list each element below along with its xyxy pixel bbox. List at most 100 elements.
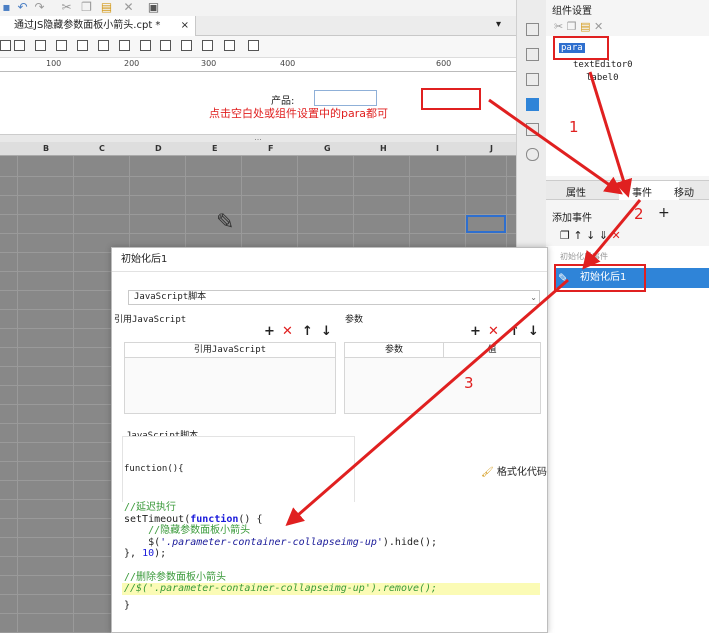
event-dialog: 初始化后1 JavaScript脚本 ⌄ 引用JavaScript 参数 + ✕… xyxy=(111,247,548,633)
code-line: //删除参数面板小箭头 xyxy=(124,571,227,583)
value-column-header: 值 xyxy=(443,343,540,358)
blank-area-highlight xyxy=(421,88,481,110)
code-line: } xyxy=(124,600,131,611)
up-param-icon[interactable]: ↑ xyxy=(509,324,520,339)
tree-item-texteditor[interactable]: textEditor0 xyxy=(573,60,633,70)
column-label: H xyxy=(380,144,387,153)
up-ref-icon[interactable]: ↑ xyxy=(302,324,313,339)
copy-icon[interactable]: ❐ xyxy=(560,229,570,242)
product-input[interactable] xyxy=(314,90,377,106)
tab-menu-icon[interactable]: ▾ xyxy=(496,19,501,30)
close-tab-icon[interactable]: × xyxy=(181,16,189,36)
toolbar-btn-13-icon[interactable] xyxy=(248,40,259,51)
event-caption: 初始化后事件 xyxy=(560,252,608,261)
cut-icon[interactable]: ✂ xyxy=(554,20,563,33)
component-settings-panel: 组件设置 ✂ ❐ ▤ ✕ para textEditor0 label0 属性 … xyxy=(546,0,709,633)
column-label: C xyxy=(99,144,105,153)
rail-grid-icon[interactable] xyxy=(526,48,539,61)
move-down-icon[interactable]: ⇓ xyxy=(599,229,608,242)
delete-icon[interactable]: ✕ xyxy=(594,20,603,33)
undo-icon[interactable]: ↶ xyxy=(16,1,29,14)
column-label: B xyxy=(43,144,50,153)
toolbar-btn-11-icon[interactable] xyxy=(202,40,213,51)
save-icon[interactable]: ▪ xyxy=(0,1,13,14)
add-ref-icon[interactable]: + xyxy=(264,324,275,339)
rail-layout-icon[interactable] xyxy=(526,23,539,36)
panel-splitter[interactable]: ... xyxy=(0,134,516,142)
function-signature: function(){ xyxy=(124,464,184,474)
toolbar-btn-5-icon[interactable] xyxy=(77,40,88,51)
toolbar-btn-10-icon[interactable] xyxy=(181,40,192,51)
rail-link-icon[interactable] xyxy=(526,148,539,161)
parameter-panel[interactable]: 产品: 点击空白处或组件设置中的para都可 xyxy=(0,72,516,134)
toolbar-btn-12-icon[interactable] xyxy=(224,40,235,51)
ruler-label: 600 xyxy=(436,59,452,68)
delete-ref-icon[interactable]: ✕ xyxy=(282,324,293,339)
code-editor[interactable]: //延迟执行 setTimeout(function() { //隐藏参数面板小… xyxy=(122,502,542,620)
toolbar-btn-2-icon[interactable] xyxy=(14,40,25,51)
column-label: G xyxy=(324,144,331,153)
toolbar-btn-1-icon[interactable] xyxy=(0,40,11,51)
delete-icon[interactable]: ✕ xyxy=(612,229,621,242)
cut-icon[interactable]: ✂ xyxy=(60,1,73,14)
file-tab-bar: 通过JS隐藏参数面板小箭头.cpt * × ▾ xyxy=(0,16,516,36)
column-header: B C D E F G H I J xyxy=(0,142,516,156)
code-line-highlighted: //$('.parameter-container-collapseimg-up… xyxy=(122,583,540,595)
down-param-icon[interactable]: ↓ xyxy=(528,324,539,339)
code-line: setTimeout(function() { xyxy=(124,513,263,525)
tree-item-para[interactable]: para xyxy=(559,43,585,53)
copy-icon[interactable]: ❐ xyxy=(80,1,93,14)
code-line: }, 10); xyxy=(124,548,167,560)
ruler-label: 400 xyxy=(280,59,296,68)
tab-properties[interactable]: 属性 xyxy=(566,184,586,199)
tab-events[interactable]: 事件 xyxy=(632,184,652,199)
rail-data-icon[interactable] xyxy=(526,123,539,136)
hint-text: 点击空白处或组件设置中的para都可 xyxy=(209,107,388,120)
paste-icon[interactable]: ▤ xyxy=(100,1,113,14)
tree-item-label[interactable]: label0 xyxy=(586,73,619,83)
format-code-label: 格式化代码 xyxy=(496,467,547,478)
redo-icon[interactable]: ↷ xyxy=(33,1,46,14)
toolbar-btn-8-icon[interactable] xyxy=(140,40,151,51)
brush-icon: 🖌 xyxy=(481,467,494,478)
delete-param-icon[interactable]: ✕ xyxy=(488,324,499,339)
component-tree: para textEditor0 label0 xyxy=(546,36,709,176)
delete-icon[interactable]: ✕ xyxy=(122,1,135,14)
ruler-label: 300 xyxy=(201,59,217,68)
up-icon[interactable]: ↑ xyxy=(573,229,582,242)
grid-hline xyxy=(0,195,516,196)
file-tab[interactable]: 通过JS隐藏参数面板小箭头.cpt * × xyxy=(0,16,196,36)
down-icon[interactable]: ↓ xyxy=(586,229,595,242)
dialog-title: 初始化后1 xyxy=(112,248,547,272)
preview-icon[interactable]: ▣ xyxy=(147,1,160,14)
copy-icon[interactable]: ❐ xyxy=(567,20,577,33)
down-ref-icon[interactable]: ↓ xyxy=(321,324,332,339)
selected-cell[interactable] xyxy=(466,215,506,233)
params-table[interactable]: 参数 值 xyxy=(344,342,541,414)
script-type-value: JavaScript脚本 xyxy=(134,292,207,302)
add-param-icon[interactable]: + xyxy=(470,324,481,339)
panel-tools: ✂ ❐ ▤ ✕ xyxy=(554,20,603,33)
format-code-button[interactable]: 🖌 格式化代码 xyxy=(481,463,547,478)
column-label: E xyxy=(212,144,218,153)
toolbar-btn-3-icon[interactable] xyxy=(35,40,46,51)
toolbar-btn-4-icon[interactable] xyxy=(56,40,67,51)
ruler-label: 200 xyxy=(124,59,140,68)
add-event-label: 添加事件 xyxy=(552,213,592,224)
rail-frame-icon[interactable] xyxy=(526,73,539,86)
chevron-down-icon[interactable]: ⌄ xyxy=(530,291,537,304)
script-type-select[interactable]: JavaScript脚本 ⌄ xyxy=(128,290,540,305)
annotation-2: 2 xyxy=(634,205,644,223)
code-line: //延迟执行 xyxy=(124,502,177,513)
tab-move[interactable]: 移动 xyxy=(674,184,694,199)
paste-icon[interactable]: ▤ xyxy=(580,20,590,33)
file-tab-label: 通过JS隐藏参数面板小箭头.cpt * xyxy=(14,20,161,31)
toolbar-btn-6-icon[interactable] xyxy=(98,40,109,51)
grid-vline xyxy=(73,156,74,633)
toolbar-btn-7-icon[interactable] xyxy=(119,40,130,51)
rail-widget-icon[interactable] xyxy=(526,98,539,111)
add-event-button[interactable]: + xyxy=(658,205,670,221)
ref-js-table[interactable]: 引用JavaScript xyxy=(124,342,336,414)
params-label: 参数 xyxy=(345,315,364,325)
toolbar-btn-9-icon[interactable] xyxy=(160,40,171,51)
